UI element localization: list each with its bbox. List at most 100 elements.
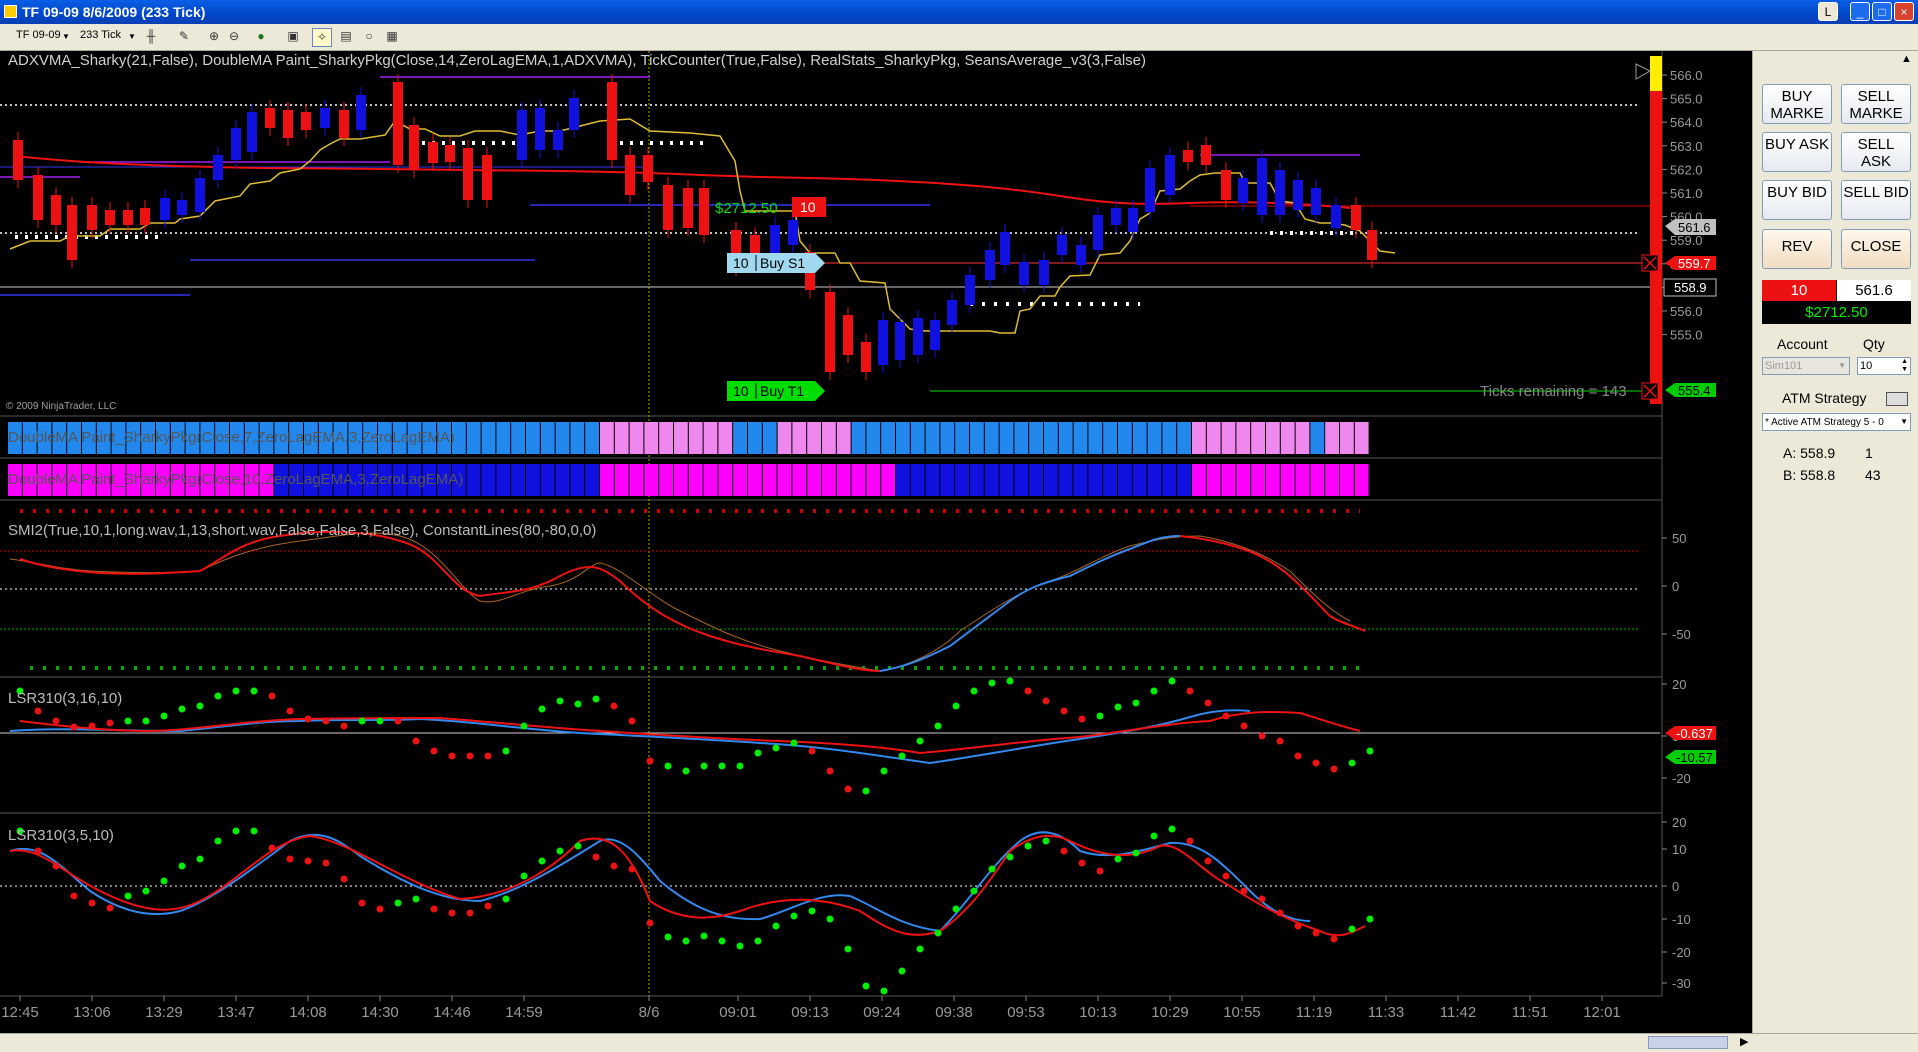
- time-tick-label: 09:01: [719, 1004, 757, 1021]
- pencil-icon[interactable]: ✎: [175, 28, 193, 45]
- lsr1-dot: [628, 717, 636, 725]
- color-bar-cell: [822, 422, 836, 454]
- buy-bid-button[interactable]: BUY BID: [1762, 180, 1832, 220]
- candle-body: [913, 318, 923, 355]
- zoom-out-icon[interactable]: ⊖: [225, 28, 243, 45]
- color-bar-cell: [748, 422, 762, 454]
- cancel-order-icon[interactable]: [1641, 254, 1659, 272]
- buy-s1-order-tag[interactable]: 10 Buy S1: [727, 253, 825, 273]
- smi-label: SMI2(True,10,1,long.wav,1,13,short.wav,F…: [8, 522, 596, 539]
- circle-icon[interactable]: ○: [360, 28, 378, 45]
- color-bar-cell: [1192, 464, 1206, 496]
- chart-area[interactable]: ADXVMA_Sharky(21,False), DoubleMA Paint_…: [0, 51, 1752, 1033]
- qty-stepper[interactable]: 10 ▲ ▼: [1857, 357, 1911, 375]
- color-bar-cell: [1029, 464, 1043, 496]
- candle-body: [843, 315, 853, 355]
- maximize-button[interactable]: □: [1872, 2, 1892, 21]
- interval-selector[interactable]: 233 Tick: [80, 29, 121, 41]
- color-bar-cell: [1073, 464, 1088, 496]
- chevron-down-icon[interactable]: ▼: [62, 32, 70, 41]
- candle-body: [283, 110, 293, 138]
- buy-t1-qty: 10: [733, 383, 749, 399]
- candle-body: [643, 155, 653, 182]
- time-tick-label: 09:24: [863, 1004, 901, 1021]
- scrollbar-thumb[interactable]: [1648, 1036, 1728, 1049]
- scroll-right-icon[interactable]: ▶: [1740, 1035, 1748, 1048]
- sell-bid-button[interactable]: SELL BID: [1841, 180, 1911, 220]
- candle-body: [825, 292, 835, 372]
- color-bar-cell: [762, 464, 777, 496]
- candle-body: [985, 250, 995, 280]
- grid-icon[interactable]: ▦: [383, 28, 401, 45]
- lsr2-dot: [754, 937, 762, 945]
- color-bar-cell: [1266, 464, 1280, 496]
- l-button[interactable]: L: [1818, 2, 1838, 21]
- candle-body: [878, 320, 888, 365]
- account-label: Account: [1777, 336, 1828, 352]
- lsr1-dot: [898, 752, 906, 760]
- lsr1-dot: [376, 717, 384, 725]
- candle-body: [339, 110, 349, 138]
- buy-market-button[interactable]: BUY MARKE: [1762, 84, 1832, 124]
- reverse-button[interactable]: REV: [1762, 229, 1832, 269]
- close-window-button[interactable]: ×: [1894, 2, 1914, 21]
- lsr1-dot: [394, 717, 402, 725]
- lsr1-dot: [1024, 687, 1032, 695]
- atm-strategy-select[interactable]: * Active ATM Strategy 5 - 0 ▼: [1762, 413, 1911, 431]
- color-bar-cell: [999, 422, 1014, 454]
- color-bar-cell: [585, 464, 599, 496]
- lsr2-tick-label: -30: [1672, 976, 1691, 991]
- color-bar-cell: [659, 422, 673, 454]
- time-tick-label: 14:08: [289, 1004, 327, 1021]
- lsr2-dot: [1240, 887, 1248, 895]
- price-tick-label: 556.0: [1670, 304, 1703, 319]
- candle-body: [356, 95, 366, 130]
- chart-icon[interactable]: ▤: [337, 28, 355, 45]
- lsr1-dot: [844, 785, 852, 793]
- candlestick-icon[interactable]: ╫: [142, 28, 160, 45]
- color-bar-cell: [1354, 422, 1369, 454]
- candle-body: [123, 210, 133, 225]
- sell-ask-button[interactable]: SELL ASK: [1841, 132, 1911, 172]
- zoom-in-icon[interactable]: ⊕: [205, 28, 223, 45]
- color-bar-cell: [940, 464, 955, 496]
- minimize-button[interactable]: _: [1850, 2, 1870, 21]
- lsr1-dot: [610, 702, 618, 710]
- atm-strategy-value: * Active ATM Strategy 5 - 0: [1765, 417, 1884, 428]
- cancel-target-icon[interactable]: [1641, 382, 1659, 400]
- lsr1-dot: [286, 707, 294, 715]
- lsr1-dot: [124, 717, 132, 725]
- lsr2-dot: [322, 859, 330, 867]
- close-position-button[interactable]: CLOSE: [1841, 229, 1911, 269]
- lsr2-dot: [214, 837, 222, 845]
- stepper-arrows-icon[interactable]: ▲ ▼: [1901, 358, 1908, 374]
- lsr1-dot: [1276, 737, 1284, 745]
- lsr1-dot: [70, 723, 78, 731]
- chevron-down-icon[interactable]: ▼: [128, 32, 136, 41]
- lsr2-dot: [1132, 849, 1140, 857]
- crosshair-icon[interactable]: ✧: [312, 28, 332, 47]
- account-select[interactable]: Sim101 ▼: [1762, 357, 1850, 375]
- buy-t1-order-tag[interactable]: 10 Buy T1: [727, 381, 825, 401]
- lsr2-dot: [268, 844, 276, 852]
- lsr1-dot: [1186, 687, 1194, 695]
- candle-body: [1311, 188, 1321, 215]
- color-bar-cell: [644, 464, 659, 496]
- globe-icon[interactable]: ●: [252, 28, 270, 45]
- sell-market-button[interactable]: SELL MARKE: [1841, 84, 1911, 124]
- position-display: 10 561.6 $2712.50: [1762, 280, 1911, 324]
- color-bar-cell: [1192, 422, 1206, 454]
- atm-config-icon[interactable]: [1886, 392, 1908, 406]
- lsr1-dot: [1096, 712, 1104, 720]
- lsr1-dot: [196, 702, 204, 710]
- app-icon: [4, 5, 17, 18]
- scroll-arrow-icon[interactable]: ▲: [1901, 53, 1912, 65]
- properties-icon[interactable]: ▣: [284, 28, 302, 45]
- color-bar-cell: [792, 422, 807, 454]
- lsr2-dot: [1276, 909, 1284, 917]
- instrument-selector[interactable]: TF 09-09: [16, 29, 61, 41]
- color-bar-cell: [807, 422, 821, 454]
- color-bar-cell: [851, 422, 866, 454]
- horizontal-scrollbar[interactable]: ▶: [0, 1033, 1918, 1052]
- buy-ask-button[interactable]: BUY ASK: [1762, 132, 1832, 172]
